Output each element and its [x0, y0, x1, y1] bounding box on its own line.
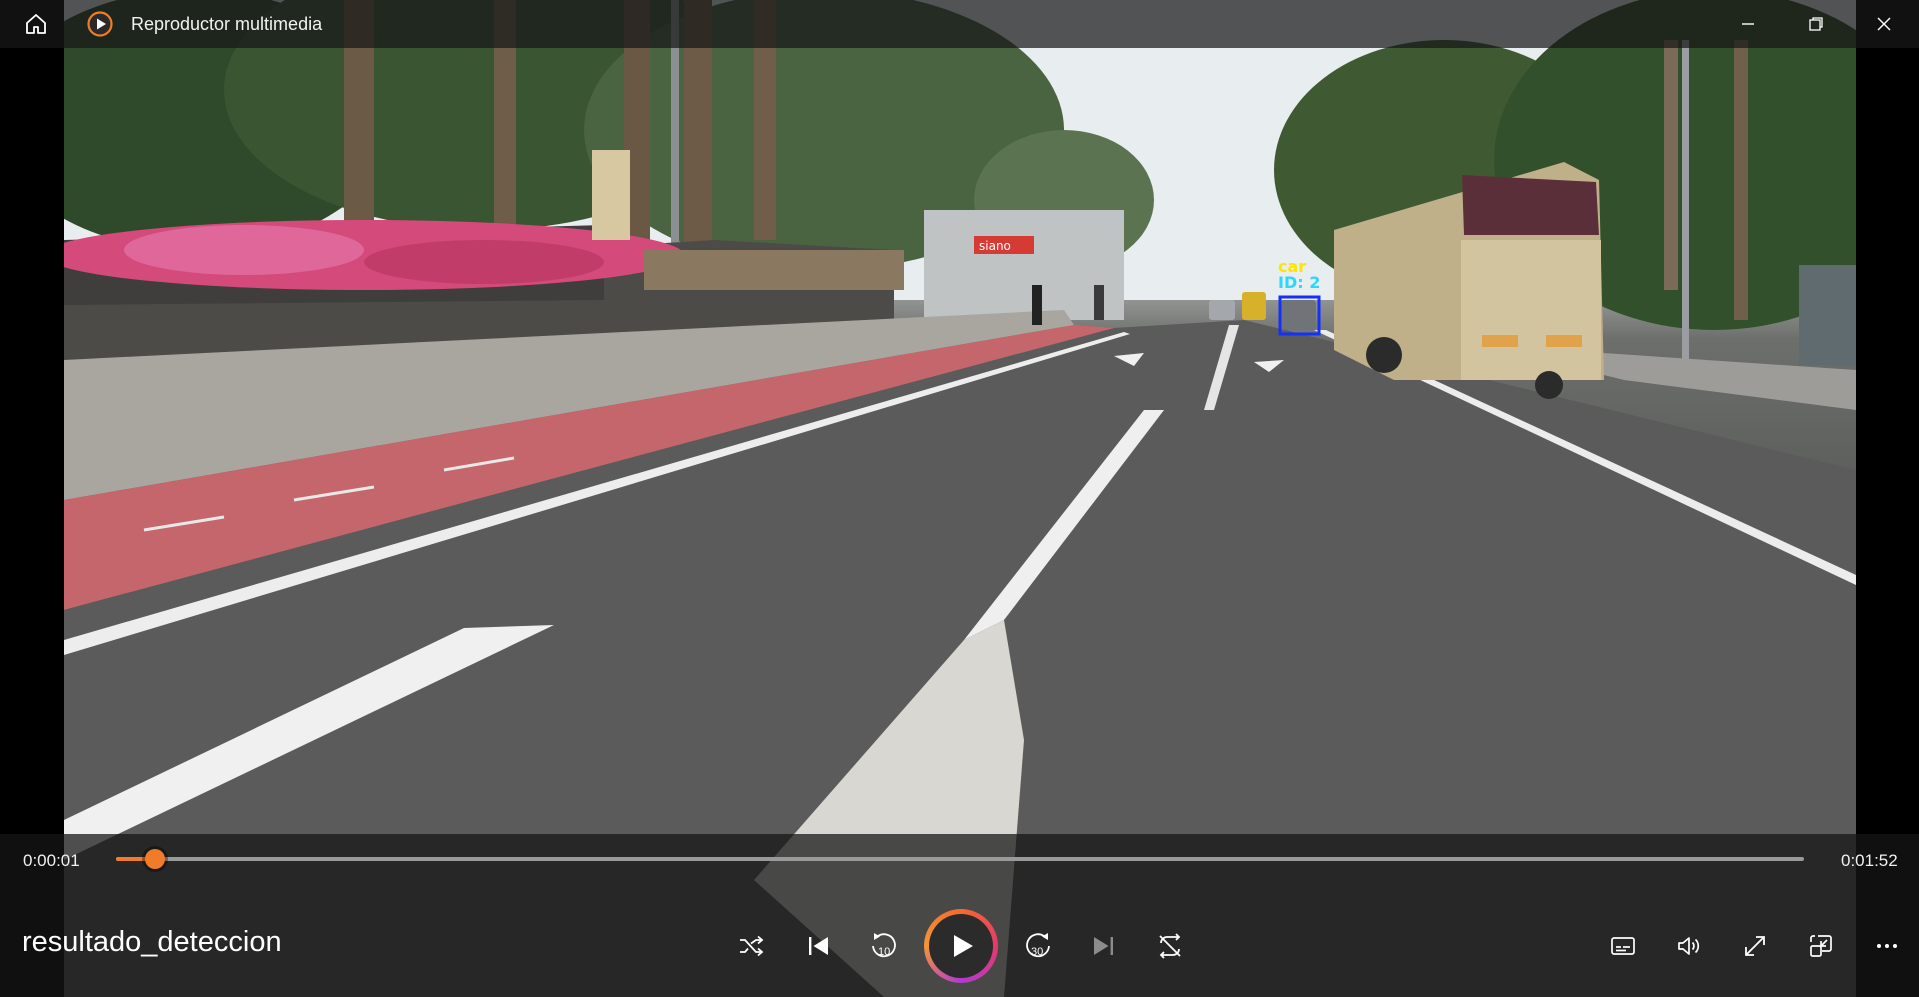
- next-icon: [1094, 937, 1113, 955]
- subtitles-button[interactable]: [1601, 920, 1645, 972]
- total-time: 0:01:52: [1841, 851, 1898, 870]
- fast-forward-icon: 30: [1026, 933, 1050, 958]
- fullscreen-icon: [1745, 936, 1765, 956]
- subtitles-icon: [1611, 937, 1635, 955]
- shop-sign-text: siano: [979, 239, 1011, 253]
- maximize-icon: [1809, 17, 1823, 31]
- forward-30-button[interactable]: 30: [1016, 920, 1060, 972]
- seek-bar-thumb[interactable]: [145, 849, 165, 869]
- maximize-button[interactable]: [1793, 0, 1839, 48]
- repeat-off-icon: [1159, 933, 1181, 959]
- home-icon: [26, 14, 46, 34]
- close-button[interactable]: [1861, 0, 1907, 48]
- play-button[interactable]: [924, 909, 998, 983]
- repeat-button[interactable]: [1148, 920, 1192, 972]
- detection-id-label: ID: 2: [1278, 273, 1320, 292]
- title-bar: Reproductor multimedia: [0, 0, 1919, 48]
- volume-button[interactable]: [1667, 920, 1711, 972]
- shuffle-button[interactable]: [729, 920, 773, 972]
- minimize-icon: [1742, 23, 1754, 25]
- close-icon: [1877, 17, 1891, 31]
- previous-button[interactable]: [796, 920, 840, 972]
- seek-bar[interactable]: [116, 857, 1804, 861]
- rewind-seconds: 10: [878, 946, 890, 958]
- home-button[interactable]: [14, 0, 58, 48]
- rewind-10-button[interactable]: 10: [862, 920, 906, 972]
- shuffle-icon: [740, 935, 764, 957]
- rewind-icon: 10: [872, 933, 896, 958]
- forward-seconds: 30: [1031, 946, 1043, 958]
- more-options-icon: [1877, 944, 1897, 948]
- play-icon: [954, 935, 973, 957]
- miniplayer-icon: [1810, 935, 1832, 957]
- miniplayer-button[interactable]: [1799, 920, 1843, 972]
- more-options-button[interactable]: [1865, 920, 1909, 972]
- media-title: resultado_deteccion: [22, 926, 282, 958]
- minimize-button[interactable]: [1725, 0, 1771, 48]
- next-button[interactable]: [1082, 920, 1126, 972]
- previous-icon: [809, 937, 828, 955]
- media-player-app-icon: [85, 0, 115, 48]
- current-time: 0:00:01: [23, 851, 80, 870]
- volume-icon: [1678, 937, 1700, 955]
- fullscreen-button[interactable]: [1733, 920, 1777, 972]
- app-title: Reproductor multimedia: [131, 14, 323, 34]
